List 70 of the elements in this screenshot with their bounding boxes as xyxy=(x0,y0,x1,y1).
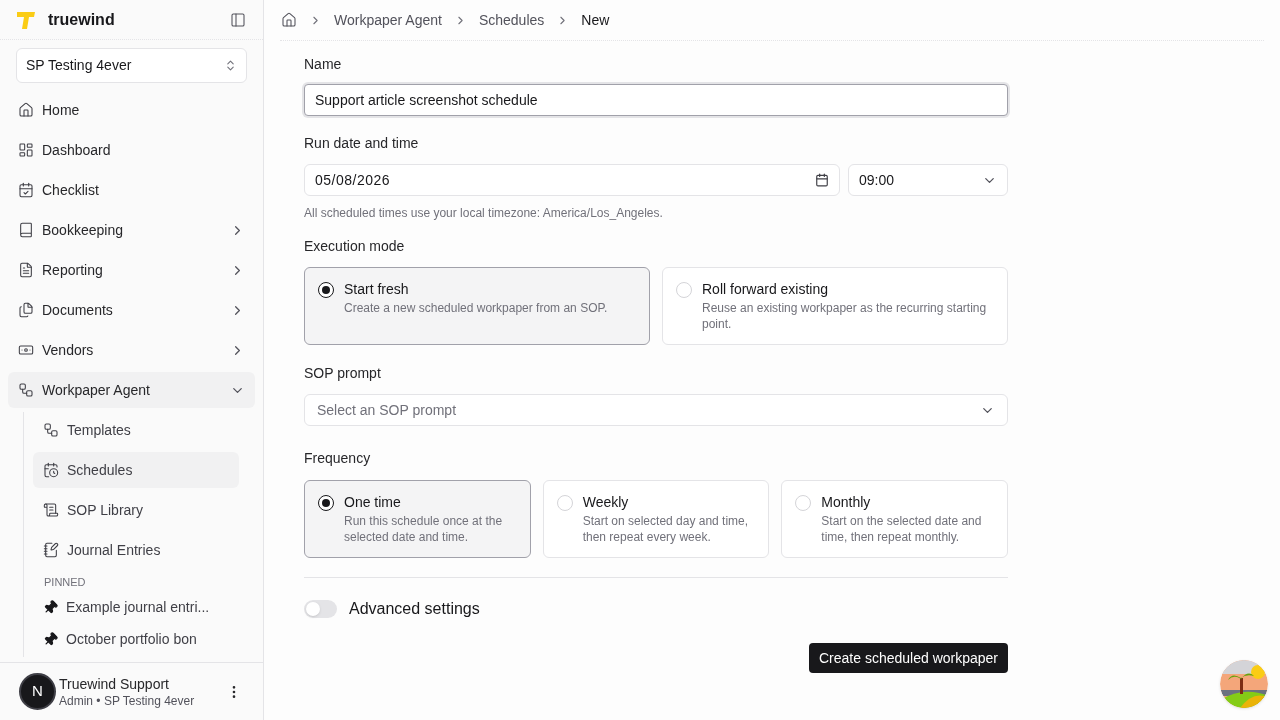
breadcrumb[interactable]: Schedules xyxy=(478,9,545,31)
files-icon xyxy=(18,302,34,318)
grid-icon xyxy=(18,142,34,158)
option-title: Roll forward existing xyxy=(702,280,830,299)
field-label: Run date and time xyxy=(304,134,420,153)
user-role: Admin • SP Testing 4ever xyxy=(59,692,195,709)
home-icon[interactable] xyxy=(281,12,297,28)
option-description: Create a new scheduled workpaper from an SOP. xyxy=(344,300,608,316)
org-select[interactable]: SP Testing 4ever xyxy=(16,48,247,83)
nav-item[interactable]: Dashboard xyxy=(8,132,255,168)
time-select[interactable]: 09:00 xyxy=(848,164,1008,196)
sop-select[interactable]: Select an SOP prompt xyxy=(304,394,1008,426)
option-description: Reuse an existing workpaper as the recurring starting point. xyxy=(702,300,988,332)
date-field[interactable]: 05/08/2026 xyxy=(304,164,840,196)
option-card[interactable]: One time Run this schedule once at the selected date and time. xyxy=(304,480,531,558)
radio-button[interactable] xyxy=(318,495,334,511)
create-button[interactable]: Create scheduled workpaper xyxy=(809,643,1008,673)
option-title: Monthly xyxy=(821,493,872,512)
workflow-icon xyxy=(43,422,59,438)
breadcrumb: New xyxy=(581,10,610,30)
nav-item[interactable]: Reporting xyxy=(8,252,255,288)
field-label: SOP prompt xyxy=(304,364,382,383)
home-icon xyxy=(18,102,34,118)
option-card[interactable]: Roll forward existing Reuse an existing workpaper as the recurring starting point. xyxy=(662,267,1008,345)
hint-text: All scheduled times use your local timezone: America/Los_Angeles. xyxy=(304,205,664,222)
nav-item[interactable]: Workpaper Agent xyxy=(8,372,255,408)
toggle-label: Advanced settings xyxy=(349,599,480,619)
banknote-icon xyxy=(18,342,34,358)
avatar[interactable]: N xyxy=(19,673,56,710)
option-card[interactable]: Monthly Start on the selected date and time, then repeat monthly. xyxy=(781,480,1008,558)
nav-subitem[interactable]: Journal Entries xyxy=(33,532,239,568)
pinned-item[interactable]: Example journal entri... xyxy=(33,592,239,623)
calendar-icon xyxy=(815,173,829,187)
field-label: Name xyxy=(304,55,343,74)
option-title: Start fresh xyxy=(344,280,410,299)
sidebar-toggle-icon[interactable] xyxy=(230,11,246,28)
field-label: Execution mode xyxy=(304,237,406,256)
option-card[interactable]: Start fresh Create a new scheduled workpaper from an SOP. xyxy=(304,267,650,345)
section-heading: PINNED xyxy=(43,575,87,590)
logo-icon xyxy=(16,9,36,30)
toggle-switch[interactable] xyxy=(304,600,337,618)
option-description: Start on selected day and time, then repeat every week. xyxy=(582,513,750,545)
nav-subitem[interactable]: Schedules xyxy=(33,452,239,488)
nav-subitem[interactable]: Templates xyxy=(33,412,239,448)
option-description: Start on the selected date and time, then repeat monthly. xyxy=(821,513,983,545)
book-icon xyxy=(18,222,34,238)
document-icon xyxy=(18,262,34,278)
user-name: Truewind Support xyxy=(59,674,170,693)
scroll-icon xyxy=(43,502,59,518)
chevrons-icon xyxy=(224,59,237,72)
option-description: Run this schedule once at the selected date and time. xyxy=(344,513,504,545)
option-title: Weekly xyxy=(582,493,630,512)
nav-item[interactable]: Vendors xyxy=(8,332,255,368)
notebook-icon xyxy=(43,542,59,558)
radio-button[interactable] xyxy=(318,282,334,298)
pinned-item[interactable]: October portfolio bon xyxy=(33,624,239,655)
workflow-icon xyxy=(18,382,34,398)
field-label: Frequency xyxy=(304,449,372,468)
nav-item[interactable]: Bookkeeping xyxy=(8,212,255,248)
brand-name: truewind xyxy=(48,9,115,30)
option-card[interactable]: Weekly Start on selected day and time, then repeat every week. xyxy=(542,480,770,558)
calendar-clock-icon xyxy=(43,462,59,478)
nav-item[interactable]: Documents xyxy=(8,292,255,328)
nav-item[interactable]: Home xyxy=(8,92,255,128)
breadcrumb[interactable]: Workpaper Agent xyxy=(334,9,442,31)
nav-subitem[interactable]: SOP Library xyxy=(33,492,239,528)
calendar-check-icon xyxy=(18,182,34,198)
name-field[interactable]: Support article screenshot schedule xyxy=(304,84,1008,116)
option-title: One time xyxy=(344,493,402,512)
nav-item[interactable]: Checklist xyxy=(8,172,255,208)
